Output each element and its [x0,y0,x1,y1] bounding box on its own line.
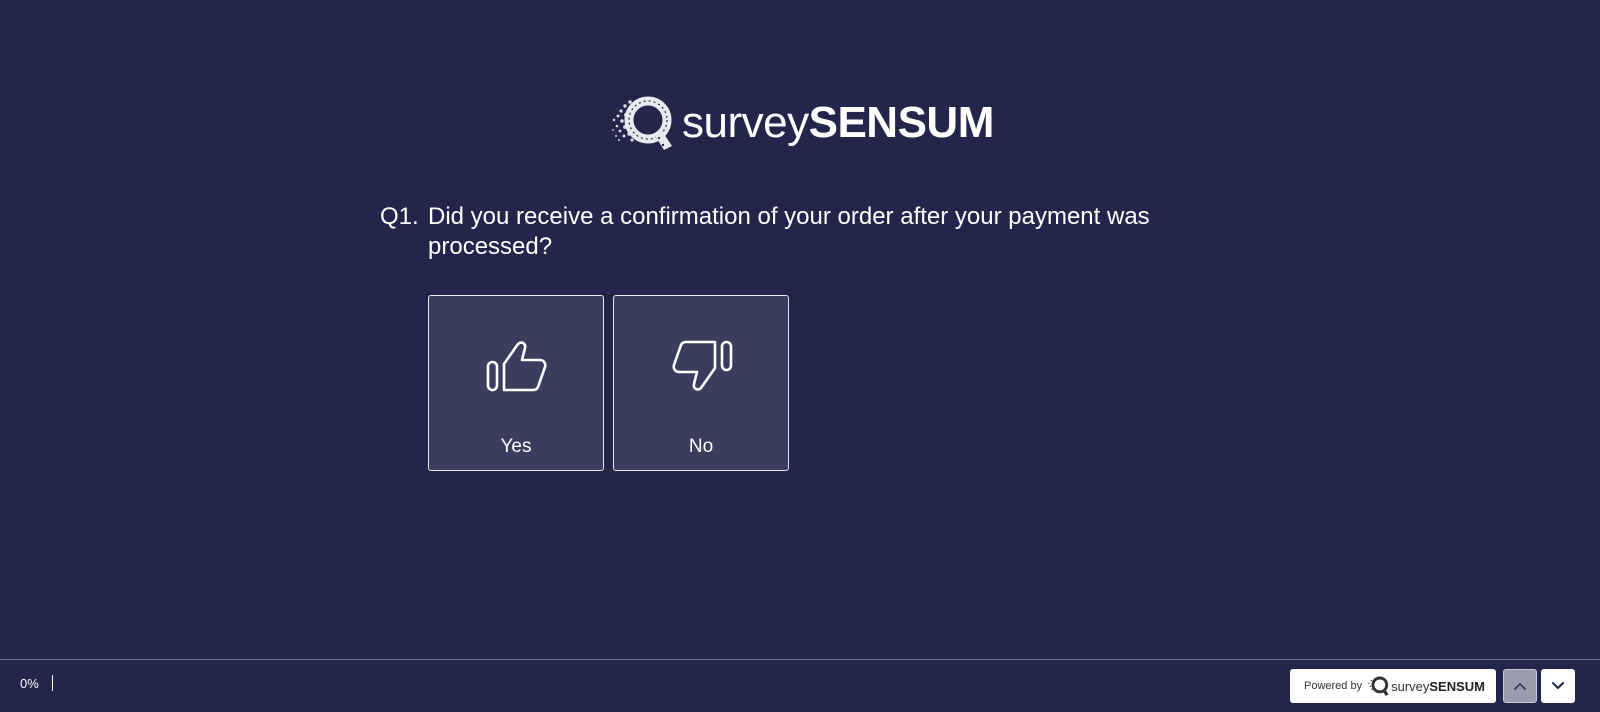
option-no-label: No [688,436,714,457]
thumbs-down-icon [672,340,733,391]
thumbs-up-icon [486,341,547,392]
logo-text-sensum: SENSUM [808,98,995,147]
chevron-down-icon [1552,682,1564,689]
logo-wordmark: surveySENSUM [682,101,994,145]
magnifier-q-icon [1368,676,1389,696]
option-yes-button[interactable]: Yes [428,295,604,471]
magnifier-q-icon [612,96,672,150]
question-number: Q1. [380,203,419,230]
option-no-button[interactable]: No [613,295,789,471]
surveysensum-logo: surveySENSUM [610,90,994,156]
progress-bar [51,675,53,691]
option-yes-label: Yes [500,436,532,457]
powered-by-badge[interactable]: Powered by surveySENSUM [1290,669,1496,703]
answer-options: Yes No [428,295,789,471]
previous-question-button[interactable] [1503,669,1537,703]
progress-percent: 0% [20,675,39,691]
question-block: Q1. Did you receive a confirmation of yo… [380,202,1200,262]
question-text: Did you receive a confirmation of your o… [428,203,1150,260]
chevron-up-icon [1514,683,1526,690]
powered-by-brand: surveySENSUM [1391,679,1485,694]
next-question-button[interactable] [1541,669,1575,703]
survey-page: surveySENSUM Q1. Did you receive a confi… [0,0,1600,712]
logo-text-survey: survey [682,98,809,147]
survey-footer: 0% Powered by surveySENSUM [0,659,1600,712]
powered-by-label: Powered by [1304,680,1363,692]
progress-indicator: 0% [20,675,53,691]
powered-by-brand-survey: survey [1391,678,1430,694]
powered-by-brand-sensum: SENSUM [1429,678,1486,694]
